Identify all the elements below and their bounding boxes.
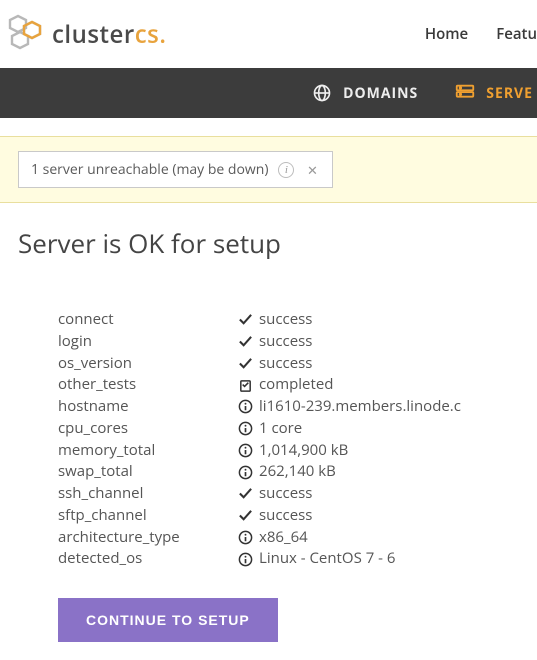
check-value: li1610-239.members.linode.c bbox=[259, 396, 461, 418]
close-icon[interactable]: ✕ bbox=[304, 162, 320, 178]
check-icon bbox=[238, 486, 253, 501]
nav-domains-label: DOMAINS bbox=[343, 84, 418, 103]
check-row: login success bbox=[58, 331, 519, 353]
check-status: success bbox=[238, 483, 312, 505]
check-label: detected_os bbox=[58, 548, 238, 570]
checks-list: connectsuccessloginsuccessos_versionsucc… bbox=[58, 309, 519, 570]
info-icon bbox=[238, 421, 253, 436]
check-status: success bbox=[238, 353, 312, 375]
info-icon bbox=[238, 530, 253, 545]
page-title: Server is OK for setup bbox=[18, 225, 519, 261]
check-status: 1 core bbox=[238, 418, 302, 440]
check-value: success bbox=[259, 483, 312, 505]
server-icon bbox=[454, 82, 476, 104]
check-value: x86_64 bbox=[259, 527, 308, 549]
main: Server is OK for setup connectsuccesslog… bbox=[0, 203, 537, 660]
check-icon bbox=[238, 508, 253, 523]
check-row: detected_os Linux - CentOS 7 - 6 bbox=[58, 548, 519, 570]
checklist-icon bbox=[238, 378, 253, 393]
check-label: other_tests bbox=[58, 374, 238, 396]
check-icon bbox=[238, 334, 253, 349]
check-value: success bbox=[259, 309, 312, 331]
sub-nav: DOMAINS SERVE bbox=[0, 68, 537, 118]
check-value: 1 core bbox=[259, 418, 302, 440]
check-status: success bbox=[238, 505, 312, 527]
check-row: connect success bbox=[58, 309, 519, 331]
logo-hex-icon bbox=[6, 12, 46, 57]
alert-text: 1 server unreachable (may be down) bbox=[31, 160, 268, 179]
logo-text: clustercs. bbox=[52, 18, 166, 51]
logo[interactable]: clustercs. bbox=[6, 12, 166, 57]
check-value: 262,140 kB bbox=[259, 461, 336, 483]
check-icon bbox=[238, 356, 253, 371]
check-value: completed bbox=[259, 374, 333, 396]
top-header: clustercs. Home Featu bbox=[0, 0, 537, 68]
check-status: completed bbox=[238, 374, 333, 396]
top-nav: Home Featu bbox=[425, 24, 537, 44]
check-label: cpu_cores bbox=[58, 418, 238, 440]
alert-chip: 1 server unreachable (may be down) i ✕ bbox=[18, 151, 333, 188]
globe-icon bbox=[311, 82, 333, 104]
check-label: sftp_channel bbox=[58, 505, 238, 527]
check-label: connect bbox=[58, 309, 238, 331]
check-label: memory_total bbox=[58, 440, 238, 462]
info-icon bbox=[238, 443, 253, 458]
check-row: architecture_type x86_64 bbox=[58, 527, 519, 549]
info-icon bbox=[238, 465, 253, 480]
check-status: 262,140 kB bbox=[238, 461, 336, 483]
nav-servers[interactable]: SERVE bbox=[454, 68, 537, 118]
check-row: os_version success bbox=[58, 353, 519, 375]
check-value: success bbox=[259, 353, 312, 375]
check-row: hostname li1610-239.members.linode.c bbox=[58, 396, 519, 418]
check-row: memory_total 1,014,900 kB bbox=[58, 440, 519, 462]
check-status: success bbox=[238, 331, 312, 353]
continue-button[interactable]: CONTINUE TO SETUP bbox=[58, 598, 278, 642]
check-label: swap_total bbox=[58, 461, 238, 483]
check-icon bbox=[238, 312, 253, 327]
nav-domains[interactable]: DOMAINS bbox=[311, 68, 418, 118]
nav-features[interactable]: Featu bbox=[496, 24, 537, 44]
check-row: ssh_channel success bbox=[58, 483, 519, 505]
check-label: os_version bbox=[58, 353, 238, 375]
nav-home[interactable]: Home bbox=[425, 24, 468, 44]
info-icon bbox=[238, 399, 253, 414]
check-status: Linux - CentOS 7 - 6 bbox=[238, 548, 395, 570]
check-row: swap_total 262,140 kB bbox=[58, 461, 519, 483]
check-label: architecture_type bbox=[58, 527, 238, 549]
check-value: 1,014,900 kB bbox=[259, 440, 348, 462]
check-value: Linux - CentOS 7 - 6 bbox=[259, 548, 395, 570]
info-icon bbox=[238, 552, 253, 567]
check-label: hostname bbox=[58, 396, 238, 418]
check-value: success bbox=[259, 505, 312, 527]
alert-band: 1 server unreachable (may be down) i ✕ bbox=[0, 136, 537, 203]
check-status: success bbox=[238, 309, 312, 331]
check-row: sftp_channel success bbox=[58, 505, 519, 527]
check-label: ssh_channel bbox=[58, 483, 238, 505]
check-label: login bbox=[58, 331, 238, 353]
check-value: success bbox=[259, 331, 312, 353]
check-status: 1,014,900 kB bbox=[238, 440, 348, 462]
check-row: other_tests completed bbox=[58, 374, 519, 396]
nav-servers-label: SERVE bbox=[486, 84, 533, 103]
check-row: cpu_cores 1 core bbox=[58, 418, 519, 440]
info-icon[interactable]: i bbox=[278, 162, 294, 178]
check-status: li1610-239.members.linode.c bbox=[238, 396, 461, 418]
check-status: x86_64 bbox=[238, 527, 308, 549]
